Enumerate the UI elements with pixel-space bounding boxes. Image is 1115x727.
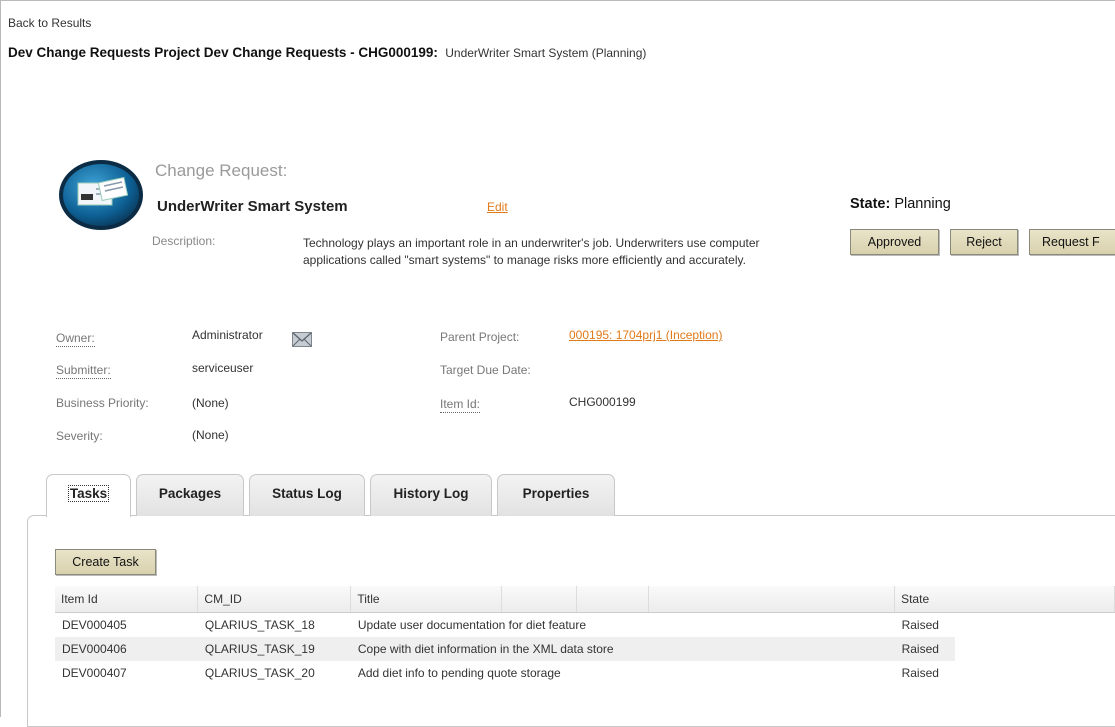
cell-title: Cope with diet information in the XML da… <box>350 637 895 661</box>
owner-label-text: Owner: <box>56 331 95 347</box>
cell-title: Add diet info to pending quote storage <box>357 666 561 680</box>
edit-link[interactable]: Edit <box>487 200 508 214</box>
tasks-table-header: Item Id CM_ID Title State <box>55 586 1115 613</box>
approved-button[interactable]: Approved <box>850 229 939 255</box>
parent-project-link-text[interactable]: 000195: 1704prj1 (Inception) <box>569 328 722 342</box>
tab-properties[interactable]: Properties <box>497 474 615 516</box>
column-header-item-id[interactable]: Item Id <box>55 586 199 613</box>
cell-state: Raised <box>894 637 1115 661</box>
parent-project-label: Parent Project: <box>440 330 520 344</box>
cell-cm-id: QLARIUS_TASK_19 <box>197 637 351 661</box>
request-button[interactable]: Request F <box>1029 229 1115 255</box>
description-text: Technology plays an important role in an… <box>303 236 760 267</box>
cell-state: Raised <box>901 666 939 680</box>
email-icon[interactable] <box>292 332 312 347</box>
page-title: Dev Change Requests Project Dev Change R… <box>8 45 646 60</box>
back-to-results-link[interactable]: Back to Results <box>8 16 91 30</box>
tab-tasks[interactable]: Tasks <box>46 474 131 517</box>
state-value: Planning <box>894 196 951 212</box>
owner-value: Administrator <box>192 328 263 342</box>
tab-history-log-label: History Log <box>393 486 469 501</box>
column-header-cm-id[interactable]: CM_ID <box>197 586 352 613</box>
table-row[interactable]: DEV000405 QLARIUS_TASK_18 Update user do… <box>55 613 1115 638</box>
submitter-label: Submitter: <box>56 363 111 379</box>
column-header-blank-1[interactable] <box>501 586 578 613</box>
cell-title: Update user documentation for diet featu… <box>357 618 587 632</box>
owner-label: Owner: <box>56 331 95 347</box>
description-label: Description: <box>152 234 216 248</box>
parent-project-link[interactable]: 000195: 1704prj1 (Inception) <box>569 328 722 342</box>
business-priority-label: Business Priority: <box>56 396 149 410</box>
item-id-label-text: Item Id: <box>440 397 481 413</box>
column-header-title[interactable]: Title <box>350 586 503 613</box>
page-title-bold: Dev Change Requests Project Dev Change R… <box>8 45 438 60</box>
tasks-table: Item Id CM_ID Title State DEV000405 QLAR… <box>55 586 1115 685</box>
tab-status-log-label: Status Log <box>272 486 342 501</box>
tab-history-log[interactable]: History Log <box>370 474 492 516</box>
page-title-plain: UnderWriter Smart System (Planning) <box>445 46 647 60</box>
severity-label: Severity: <box>56 429 103 443</box>
state-display: State: Planning <box>850 196 951 212</box>
cell-item-id[interactable]: DEV000406 <box>55 637 198 661</box>
tab-packages[interactable]: Packages <box>136 474 244 516</box>
target-due-date-label: Target Due Date: <box>440 363 531 377</box>
table-row[interactable]: DEV000406 QLARIUS_TASK_19 Cope with diet… <box>55 637 1115 661</box>
record-type-label: Change Request: <box>155 161 288 180</box>
cell-state: Raised <box>901 618 939 632</box>
record-title: UnderWriter Smart System <box>157 198 348 215</box>
severity-value: (None) <box>192 428 229 442</box>
item-id-label: Item Id: <box>440 397 481 413</box>
submitter-label-text: Submitter: <box>56 363 111 379</box>
table-row[interactable]: DEV000407 QLARIUS_TASK_20 Add diet info … <box>55 661 1115 685</box>
tab-status-log[interactable]: Status Log <box>249 474 365 516</box>
state-label: State: <box>850 196 891 212</box>
create-task-button[interactable]: Create Task <box>55 549 156 575</box>
cell-item-id[interactable]: DEV000407 <box>55 661 198 685</box>
reject-button[interactable]: Reject <box>950 229 1018 255</box>
submitter-value: serviceuser <box>192 361 254 375</box>
cell-cm-id: QLARIUS_TASK_20 <box>204 666 315 680</box>
column-header-blank-2[interactable] <box>576 586 650 613</box>
cell-cm-id: QLARIUS_TASK_18 <box>204 618 315 632</box>
tab-tasks-label: Tasks <box>67 485 110 502</box>
column-header-blank-3[interactable] <box>648 586 896 613</box>
column-header-state[interactable]: State <box>894 586 1115 613</box>
tab-properties-label: Properties <box>522 486 590 501</box>
item-id-value: CHG000199 <box>569 395 636 409</box>
cell-item-id[interactable]: DEV000405 <box>55 613 198 638</box>
change-request-icon <box>59 160 143 230</box>
business-priority-value: (None) <box>192 396 229 410</box>
tab-packages-label: Packages <box>158 486 222 501</box>
